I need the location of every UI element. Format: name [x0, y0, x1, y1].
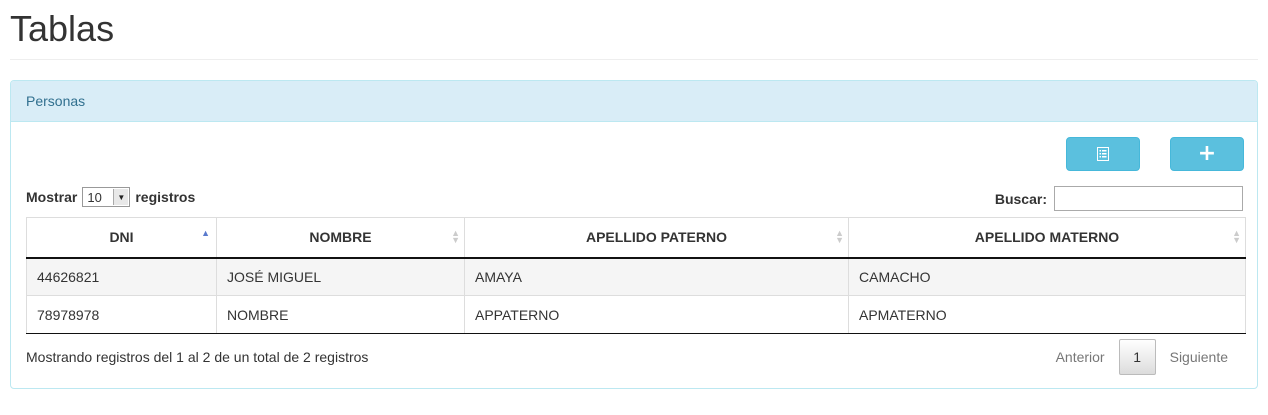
page-title: Tablas	[10, 8, 115, 49]
sort-both-icon: ▲ ▼	[451, 228, 460, 245]
pagination-page-1[interactable]: 1	[1118, 339, 1156, 375]
add-button[interactable]: +	[1170, 137, 1244, 171]
page-length-value: 10	[87, 189, 102, 205]
sort-both-icon: ▲ ▼	[1232, 228, 1241, 245]
plus-icon: +	[1197, 141, 1217, 166]
table-info: Mostrando registros del 1 al 2 de un tot…	[26, 349, 369, 365]
table-row[interactable]: 44626821 JOSÉ MIGUEL AMAYA CAMACHO	[26, 257, 1246, 296]
column-header-dni[interactable]: DNI ▲	[26, 217, 217, 259]
column-header-apellido-materno[interactable]: APELLIDO MATERNO ▲ ▼	[848, 217, 1246, 259]
table-row[interactable]: 78978978 NOMBRE APPATERNO APMATERNO	[26, 295, 1246, 334]
column-header-apellido-paterno[interactable]: APELLIDO PATERNO ▲ ▼	[464, 217, 849, 259]
cell-apellido-materno: APMATERNO	[848, 295, 1246, 334]
search-label: Buscar:	[994, 190, 1047, 207]
personas-table: DNI ▲ NOMBRE ▲ ▼ APELLIDO PATERNO ▲ ▼ APEL…	[26, 217, 1246, 334]
sort-ascending-icon: ▲	[201, 228, 210, 238]
cell-dni: 44626821	[26, 257, 217, 296]
cell-nombre: JOSÉ MIGUEL	[216, 257, 465, 296]
length-label-after: registros	[135, 189, 196, 205]
page-length-control: Mostrar 10 ▼ registros	[26, 187, 195, 207]
cell-nombre: NOMBRE	[216, 295, 465, 334]
cell-apellido-paterno: AMAYA	[464, 257, 849, 296]
list-button[interactable]	[1066, 137, 1140, 171]
list-icon	[1097, 147, 1109, 161]
chevron-down-icon: ▼	[113, 189, 129, 205]
page-length-select[interactable]: 10 ▼	[82, 187, 131, 207]
personas-panel: Personas + Mostrar 10 ▼ registros Buscar…	[10, 80, 1258, 389]
length-label-before: Mostrar	[26, 189, 78, 205]
search-control: Buscar:	[995, 186, 1243, 211]
cell-dni: 78978978	[26, 295, 217, 334]
title-divider	[10, 59, 1258, 60]
pagination: Anterior 1 Siguiente	[1042, 339, 1242, 375]
cell-apellido-paterno: APPATERNO	[464, 295, 849, 334]
sort-both-icon: ▲ ▼	[835, 228, 844, 245]
column-header-nombre[interactable]: NOMBRE ▲ ▼	[216, 217, 465, 259]
search-input[interactable]	[1054, 186, 1243, 211]
cell-apellido-materno: CAMACHO	[848, 257, 1246, 296]
pagination-next[interactable]: Siguiente	[1156, 339, 1242, 375]
panel-heading: Personas	[11, 81, 1257, 122]
pagination-previous[interactable]: Anterior	[1042, 339, 1119, 375]
table-header-row: DNI ▲ NOMBRE ▲ ▼ APELLIDO PATERNO ▲ ▼ APEL…	[26, 217, 1246, 259]
